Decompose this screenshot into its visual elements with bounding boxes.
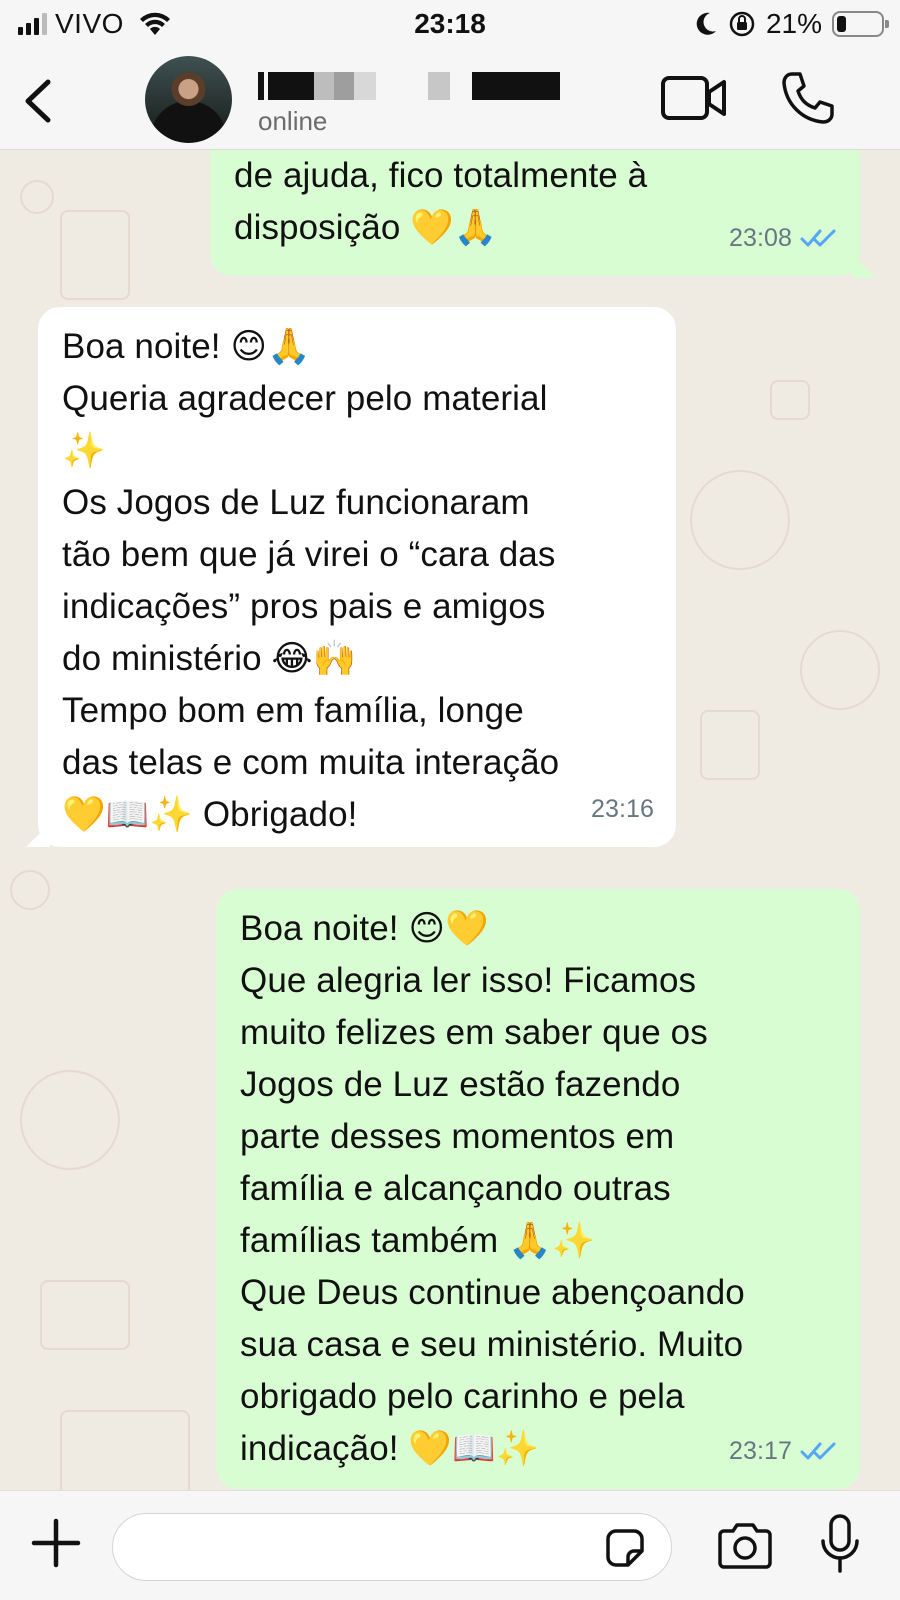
message-line: Que Deus continue abençoando xyxy=(240,1273,745,1312)
message-input[interactable] xyxy=(112,1513,672,1581)
message-bubble-outgoing[interactable]: Boa noite! 😊💛 Que alegria ler isso! Fica… xyxy=(216,889,860,1489)
wallpaper-doodle xyxy=(690,470,790,570)
message-line: indicações” pros pais e amigos xyxy=(62,587,546,626)
message-line: do ministério 😂🙌 xyxy=(62,639,357,678)
message-line: ✨ xyxy=(62,431,106,470)
message-line: Boa noite! 😊💛 xyxy=(240,909,489,948)
message-line: famílias também 🙏✨ xyxy=(240,1221,596,1260)
message-line: Boa noite! 😊🙏 xyxy=(62,327,311,366)
message-time: 23:16 xyxy=(590,795,654,823)
message-line: de ajuda, fico totalmente à xyxy=(234,156,648,195)
message-line: tão bem que já virei o “cara das xyxy=(62,535,556,574)
message-time: 23:17 xyxy=(728,1437,792,1465)
camera-icon[interactable] xyxy=(716,1521,774,1571)
message-meta: 23:16 xyxy=(591,783,654,835)
message-meta: 23:08 xyxy=(729,212,838,264)
wallpaper-doodle xyxy=(20,1070,120,1170)
status-bar: VIVO 23:18 21% xyxy=(0,0,900,52)
plus-icon[interactable] xyxy=(30,1517,82,1569)
wallpaper-doodle xyxy=(770,380,810,420)
phone-call-icon[interactable] xyxy=(780,70,836,126)
message-line: Tempo bom em família, longe xyxy=(62,691,524,730)
wallpaper-doodle xyxy=(40,1280,130,1350)
message-line: das telas e com muita interação xyxy=(62,743,560,782)
contact-avatar[interactable] xyxy=(145,56,232,143)
message-line: Os Jogos de Luz funcionaram xyxy=(62,483,530,522)
battery-percentage: 21% xyxy=(765,8,822,39)
video-call-icon[interactable] xyxy=(660,72,728,124)
microphone-icon[interactable] xyxy=(818,1513,862,1575)
wallpaper-doodle xyxy=(800,630,880,710)
wallpaper-doodle xyxy=(60,210,130,300)
message-line: Que alegria ler isso! Ficamos xyxy=(240,961,697,1000)
wallpaper-doodle xyxy=(10,870,50,910)
message-time: 23:08 xyxy=(728,224,792,252)
contact-status: online xyxy=(258,106,328,136)
message-line: Queria agradecer pelo material xyxy=(62,379,548,418)
message-bubble-incoming[interactable]: Boa noite! 😊🙏 Queria agradecer pelo mate… xyxy=(38,307,676,847)
wallpaper-doodle xyxy=(60,1410,190,1490)
contact-name-redacted[interactable] xyxy=(258,72,578,102)
message-bubble-outgoing[interactable]: de ajuda, fico totalmente à disposição 💛… xyxy=(210,150,860,276)
input-bar xyxy=(0,1490,900,1600)
message-line: sua casa e seu ministério. Muito xyxy=(240,1325,744,1364)
battery-level xyxy=(837,16,846,32)
message-line: 💛📖✨ Obrigado! xyxy=(62,795,358,834)
message-line: família e alcançando outras xyxy=(240,1169,671,1208)
message-line: Jogos de Luz estão fazendo xyxy=(240,1065,681,1104)
message-line: obrigado pelo carinho e pela xyxy=(240,1377,685,1416)
bubble-tail xyxy=(852,254,876,278)
read-ticks-icon xyxy=(800,229,836,247)
battery-icon xyxy=(832,11,889,37)
wallpaper-doodle xyxy=(700,710,760,780)
chat-header: online xyxy=(0,52,900,150)
sticker-icon[interactable] xyxy=(602,1525,648,1571)
chat-area[interactable]: de ajuda, fico totalmente à disposição 💛… xyxy=(0,150,900,1490)
message-line: muito felizes em saber que os xyxy=(240,1013,708,1052)
wallpaper-doodle xyxy=(20,180,54,214)
moon-icon xyxy=(696,12,716,35)
message-line: parte desses momentos em xyxy=(240,1117,675,1156)
message-meta: 23:17 xyxy=(729,1425,838,1477)
orientation-lock-icon xyxy=(729,11,755,37)
read-ticks-icon xyxy=(800,1442,836,1460)
back-chevron-icon[interactable] xyxy=(18,78,58,124)
status-right: 21% xyxy=(694,8,889,40)
